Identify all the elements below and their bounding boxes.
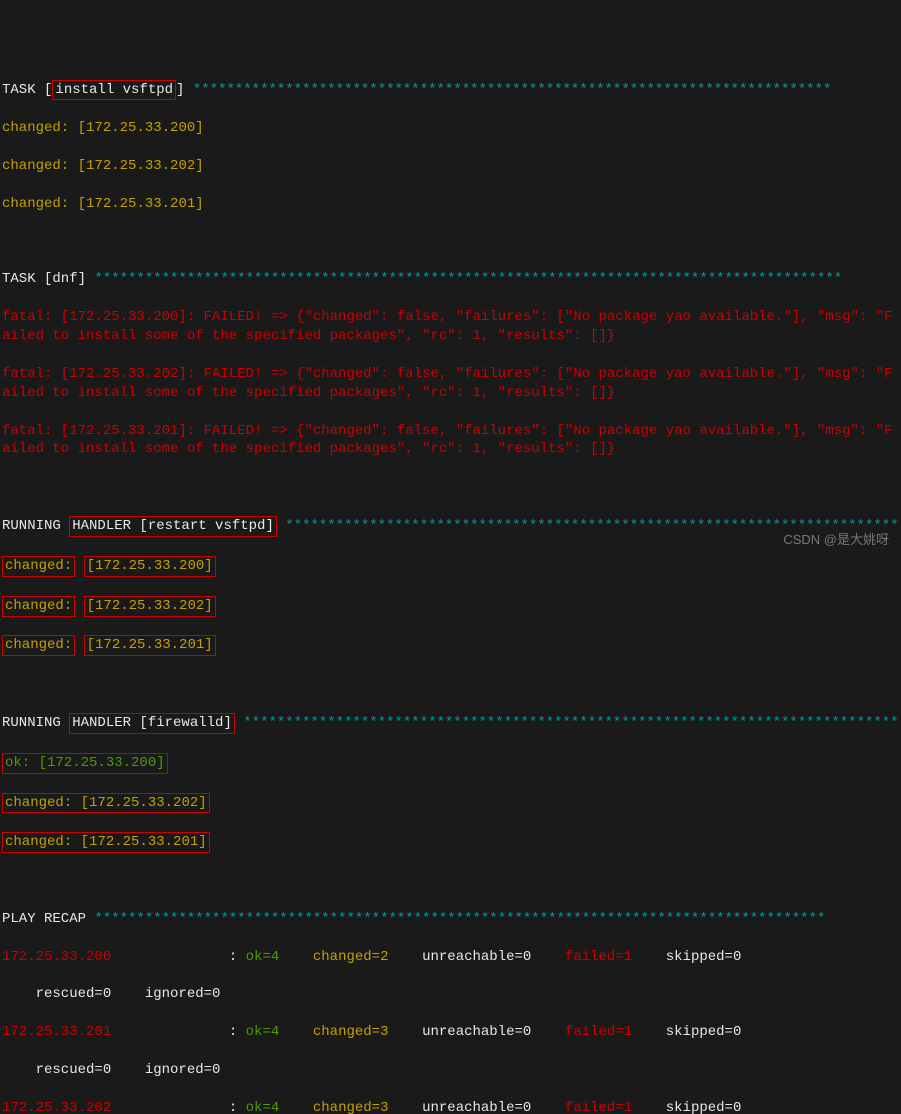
handler-result: changed: [172.25.33.201] xyxy=(2,635,899,656)
handler-result: changed: [172.25.33.201] xyxy=(2,832,899,853)
task-name-highlight: install vsftpd xyxy=(52,80,176,101)
handler-result: changed: [172.25.33.202] xyxy=(2,596,899,617)
task-error: fatal: [172.25.33.201]: FAILED! => {"cha… xyxy=(2,422,899,460)
recap-row: 172.25.33.200 : ok=4 changed=2 unreachab… xyxy=(2,948,899,967)
handler-name-highlight: HANDLER [firewalld] xyxy=(69,713,235,734)
task-error: fatal: [172.25.33.200]: FAILED! => {"cha… xyxy=(2,308,899,346)
task-result: changed: [172.25.33.202] xyxy=(2,157,899,176)
recap-row-cont: rescued=0 ignored=0 xyxy=(2,1061,899,1080)
recap-row: 172.25.33.201 : ok=4 changed=3 unreachab… xyxy=(2,1023,899,1042)
watermark: CSDN @是大姚呀 xyxy=(783,531,889,549)
handler-result: ok: [172.25.33.200] xyxy=(2,753,899,774)
handler-name-highlight: HANDLER [restart vsftpd] xyxy=(69,516,277,537)
recap-header: PLAY RECAP *****************************… xyxy=(2,910,899,929)
task-result: changed: [172.25.33.201] xyxy=(2,195,899,214)
handler-header: RUNNING HANDLER [firewalld] ************… xyxy=(2,713,899,734)
task-result: changed: [172.25.33.200] xyxy=(2,119,899,138)
handler-header: RUNNING HANDLER [restart vsftpd] *******… xyxy=(2,516,899,537)
recap-row-cont: rescued=0 ignored=0 xyxy=(2,985,899,1004)
handler-result: changed: [172.25.33.200] xyxy=(2,556,899,577)
handler-result: changed: [172.25.33.202] xyxy=(2,793,899,814)
task-error: fatal: [172.25.33.202]: FAILED! => {"cha… xyxy=(2,365,899,403)
task-header: TASK [dnf] *****************************… xyxy=(2,270,899,289)
task-header: TASK [install vsftpd] ******************… xyxy=(2,80,899,101)
recap-row: 172.25.33.202 : ok=4 changed=3 unreachab… xyxy=(2,1099,899,1114)
